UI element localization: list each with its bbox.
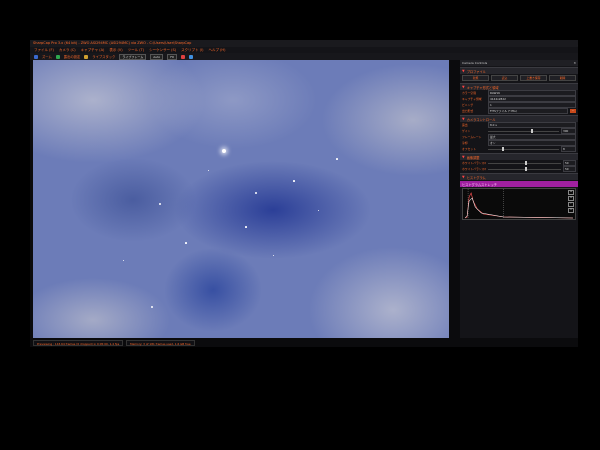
toolbar-livestack-label[interactable]: ライブスタック (92, 54, 115, 59)
frames-select[interactable]: ライブフレーム (119, 53, 147, 60)
section-camera-controls[interactable]: ▼ カメラコントロール (460, 115, 578, 122)
histogram-button-c[interactable]: C (568, 202, 574, 207)
status-memory: Memory: 3 of 181 frames used, 1.6 GB fre… (126, 340, 195, 346)
chevron-down-icon: ▼ (462, 69, 465, 73)
control-label: フレームレート (462, 135, 482, 139)
zoom-icon[interactable] (34, 54, 38, 59)
histogram-stretch-header[interactable]: ヒストグラムストレッチ (460, 181, 578, 187)
profile-buttons: 新規 読込 上書き保存 削除 (460, 74, 578, 82)
histogram-buttons: A B C D (568, 190, 574, 213)
status-bar: Previewing : 143.64 frames (0 dropped) i… (33, 340, 578, 346)
title-bar: SharpCap Pro 3.x (64 bit) - ZWO ASI294MC… (30, 40, 578, 47)
section-histogram[interactable]: ▼ ヒストグラム (460, 173, 578, 180)
control-label: ホワイトバランス(B) (462, 167, 486, 171)
chevron-down-icon: ▼ (462, 85, 465, 89)
control-row: オフセット 8 (460, 146, 578, 152)
control-label: ゲイン (462, 129, 471, 133)
camera-controls-panel: Camera Controls ✕ ▼ プロファイル 新規 読込 上書き保存 削… (460, 60, 578, 338)
toolbar-exposure-label[interactable]: 露出の設定 (64, 54, 80, 59)
star (151, 306, 153, 308)
star (123, 260, 125, 262)
toolbar: ズーム 露出の設定 ライブスタック ライブフレーム Auto Fit (30, 53, 578, 60)
capture-select[interactable]: Fit (167, 53, 177, 60)
histogram-display[interactable]: A B C D (462, 188, 576, 220)
control-label: ホワイトバランス(R) (462, 161, 486, 165)
panel-header: Camera Controls ✕ (460, 60, 578, 66)
profile-new-button[interactable]: 新規 (462, 75, 489, 81)
image-preview[interactable] (33, 60, 449, 338)
chevron-down-icon: ▼ (462, 155, 465, 159)
wb-blue-slider[interactable] (488, 167, 561, 171)
section-title: ヒストグラム (466, 175, 486, 180)
offset-value[interactable]: 8 (561, 146, 576, 152)
control-label: 冷却 (462, 141, 468, 145)
section-title: キャプチャ形式と領域 (466, 85, 499, 90)
histogram-stretch-label: ヒストグラムストレッチ (462, 182, 497, 187)
histogram-button-d[interactable]: D (568, 208, 574, 213)
control-label: 露出 (462, 123, 468, 127)
profile-save-button[interactable]: 上書き保存 (520, 75, 547, 81)
output-format-select[interactable]: FITSファイル (*.fits) (488, 108, 568, 114)
zoom-select[interactable]: Auto (150, 53, 164, 60)
toolbar-zoom-label[interactable]: ズーム (42, 54, 52, 59)
star (293, 180, 295, 182)
control-label: ビニング (462, 103, 474, 107)
histogram-button-b[interactable]: B (568, 196, 574, 201)
histogram-button-a[interactable]: A (568, 190, 574, 195)
settings-icon[interactable] (188, 54, 193, 59)
gain-slider[interactable] (488, 129, 559, 133)
star (273, 255, 275, 257)
star (318, 210, 320, 212)
status-preview: Previewing : 143.64 frames (0 dropped) i… (33, 340, 124, 346)
histogram-curve (464, 189, 573, 219)
wb-blue-value[interactable]: 50 (563, 166, 576, 172)
chevron-down-icon: ▼ (462, 175, 465, 179)
chevron-down-icon: ▼ (462, 117, 465, 121)
star (159, 203, 161, 205)
offset-slider[interactable] (488, 147, 559, 151)
control-label: カラー空間 (462, 91, 476, 95)
record-icon[interactable] (180, 54, 185, 59)
control-row: 出力形式 FITSファイル (*.fits) … (460, 108, 578, 114)
star (336, 158, 338, 160)
profile-load-button[interactable]: 読込 (491, 75, 518, 81)
section-image-controls[interactable]: ▼ 画像調整 (460, 153, 578, 160)
monitor-screen: SharpCap Pro 3.x (64 bit) - ZWO ASI294MC… (30, 40, 578, 347)
section-capture-format[interactable]: ▼ キャプチャ形式と領域 (460, 83, 578, 90)
section-profile[interactable]: ▼ プロファイル (460, 67, 578, 74)
star (185, 242, 187, 244)
star (222, 149, 226, 153)
panel-close-icon[interactable]: ✕ (573, 61, 576, 65)
section-title: カメラコントロール (466, 117, 496, 122)
control-label: オフセット (462, 147, 476, 151)
star (245, 226, 247, 228)
section-title: 画像調整 (466, 155, 480, 160)
exposure-icon[interactable] (55, 54, 60, 59)
output-format-button[interactable]: … (570, 109, 576, 113)
control-label: 出力形式 (462, 109, 474, 113)
star (255, 192, 257, 194)
control-label: キャプチャ領域 (462, 97, 482, 101)
section-title: プロファイル (466, 69, 486, 74)
panel-title: Camera Controls (462, 61, 488, 65)
livestack-icon[interactable] (84, 54, 89, 59)
star (208, 170, 210, 172)
wb-red-slider[interactable] (488, 161, 561, 165)
profile-delete-button[interactable]: 削除 (549, 75, 576, 81)
control-row: ホワイトバランス(B) 50 (460, 166, 578, 172)
window-title: SharpCap Pro 3.x (64 bit) - ZWO ASI294MC… (33, 41, 192, 45)
